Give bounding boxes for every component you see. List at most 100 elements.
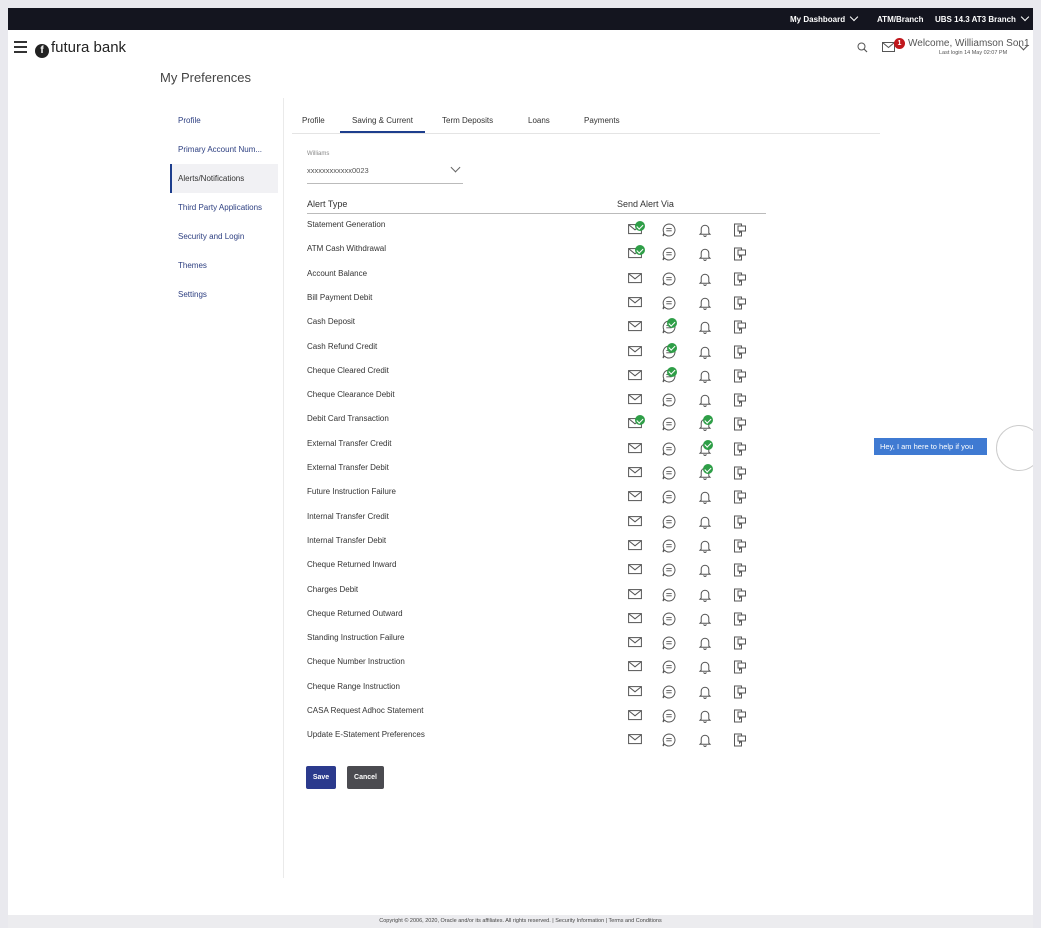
tab-profile[interactable]: Profile	[302, 116, 325, 125]
email-channel-toggle[interactable]	[628, 733, 646, 749]
sms-channel-toggle[interactable]	[662, 660, 680, 676]
tab-term-deposits[interactable]: Term Deposits	[442, 116, 493, 125]
email-channel-toggle[interactable]	[628, 685, 646, 701]
tab-payments[interactable]: Payments	[584, 116, 620, 125]
sms-channel-toggle[interactable]	[662, 685, 680, 701]
email-channel-toggle[interactable]	[628, 515, 646, 531]
sidebar-item-security[interactable]: Security and Login	[170, 222, 278, 251]
chatbot-launcher[interactable]	[996, 425, 1033, 471]
sms-channel-toggle[interactable]	[662, 223, 680, 239]
push-channel-toggle[interactable]	[733, 636, 751, 652]
sms-channel-toggle[interactable]	[662, 466, 680, 482]
bell-channel-toggle[interactable]	[698, 636, 716, 652]
my-dashboard-menu[interactable]: My Dashboard	[790, 12, 859, 24]
bell-channel-toggle[interactable]	[698, 685, 716, 701]
sms-channel-toggle[interactable]	[662, 515, 680, 531]
tab-loans[interactable]: Loans	[528, 116, 550, 125]
sms-channel-toggle[interactable]	[662, 442, 680, 458]
bell-channel-toggle[interactable]	[698, 439, 716, 458]
sms-channel-toggle[interactable]	[662, 709, 680, 725]
sidebar-item-settings[interactable]: Settings	[170, 280, 278, 309]
sms-channel-toggle[interactable]	[662, 318, 680, 336]
email-channel-toggle[interactable]	[628, 539, 646, 555]
push-channel-toggle[interactable]	[733, 733, 751, 749]
email-channel-toggle[interactable]	[628, 320, 646, 336]
sms-channel-toggle[interactable]	[662, 393, 680, 409]
sms-channel-toggle[interactable]	[662, 296, 680, 312]
tab-saving-current[interactable]: Saving & Current	[340, 116, 425, 133]
sms-channel-toggle[interactable]	[662, 247, 680, 263]
sms-channel-toggle[interactable]	[662, 563, 680, 579]
welcome-text[interactable]: Welcome, Williamson Son1	[908, 38, 1030, 49]
sidebar-item-alerts[interactable]: Alerts/Notifications	[170, 164, 278, 193]
push-channel-toggle[interactable]	[733, 660, 751, 676]
email-channel-toggle[interactable]	[628, 272, 646, 288]
email-channel-toggle[interactable]	[628, 466, 646, 482]
bell-channel-toggle[interactable]	[698, 223, 716, 239]
push-channel-toggle[interactable]	[733, 345, 751, 361]
push-channel-toggle[interactable]	[733, 320, 751, 336]
email-channel-toggle[interactable]	[628, 588, 646, 604]
email-channel-toggle[interactable]	[628, 612, 646, 628]
bell-channel-toggle[interactable]	[698, 660, 716, 676]
push-channel-toggle[interactable]	[733, 369, 751, 385]
bell-channel-toggle[interactable]	[698, 393, 716, 409]
bell-channel-toggle[interactable]	[698, 612, 716, 628]
bell-channel-toggle[interactable]	[698, 563, 716, 579]
email-channel-toggle[interactable]	[628, 296, 646, 312]
bell-channel-toggle[interactable]	[698, 320, 716, 336]
email-channel-toggle[interactable]	[628, 369, 646, 385]
sms-channel-toggle[interactable]	[662, 539, 680, 555]
email-channel-toggle[interactable]	[628, 221, 646, 239]
push-channel-toggle[interactable]	[733, 539, 751, 555]
branch-menu[interactable]: UBS 14.3 AT3 Branch	[935, 12, 1030, 24]
sidebar-item-primary-account[interactable]: Primary Account Num...	[170, 135, 278, 164]
push-channel-toggle[interactable]	[733, 272, 751, 288]
push-channel-toggle[interactable]	[733, 685, 751, 701]
push-channel-toggle[interactable]	[733, 417, 751, 433]
push-channel-toggle[interactable]	[733, 588, 751, 604]
sms-channel-toggle[interactable]	[662, 417, 680, 433]
cancel-button[interactable]: Cancel	[347, 766, 384, 789]
sms-channel-toggle[interactable]	[662, 342, 680, 361]
sms-channel-toggle[interactable]	[662, 636, 680, 652]
sidebar-item-third-party[interactable]: Third Party Applications	[170, 193, 278, 222]
bell-channel-toggle[interactable]	[698, 515, 716, 531]
chatbot-message[interactable]: Hey, I am here to help if you	[874, 438, 987, 455]
push-channel-toggle[interactable]	[733, 490, 751, 506]
email-channel-toggle[interactable]	[628, 709, 646, 725]
sms-channel-toggle[interactable]	[662, 733, 680, 749]
bell-channel-toggle[interactable]	[698, 490, 716, 506]
bell-channel-toggle[interactable]	[698, 464, 716, 482]
hamburger-menu-icon[interactable]	[14, 41, 27, 53]
email-channel-toggle[interactable]	[628, 660, 646, 676]
bell-channel-toggle[interactable]	[698, 415, 716, 433]
push-channel-toggle[interactable]	[733, 515, 751, 531]
push-channel-toggle[interactable]	[733, 442, 751, 458]
sms-channel-toggle[interactable]	[662, 587, 680, 604]
email-channel-toggle[interactable]	[628, 490, 646, 506]
sms-channel-toggle[interactable]	[662, 272, 680, 288]
sidebar-item-themes[interactable]: Themes	[170, 251, 278, 280]
email-channel-toggle[interactable]	[628, 636, 646, 652]
bell-channel-toggle[interactable]	[698, 588, 716, 604]
push-channel-toggle[interactable]	[733, 563, 751, 579]
push-channel-toggle[interactable]	[733, 223, 751, 239]
email-channel-toggle[interactable]	[628, 393, 646, 409]
email-channel-toggle[interactable]	[628, 245, 646, 263]
sms-channel-toggle[interactable]	[662, 612, 680, 628]
push-channel-toggle[interactable]	[733, 466, 751, 482]
bell-channel-toggle[interactable]	[698, 247, 716, 263]
bell-channel-toggle[interactable]	[698, 733, 716, 749]
bell-channel-toggle[interactable]	[698, 709, 716, 725]
search-icon[interactable]	[857, 42, 868, 53]
bell-channel-toggle[interactable]	[698, 296, 716, 312]
save-button[interactable]: Save	[306, 766, 336, 789]
email-channel-toggle[interactable]	[628, 345, 646, 361]
email-channel-toggle[interactable]	[628, 415, 646, 433]
push-channel-toggle[interactable]	[733, 612, 751, 628]
email-channel-toggle[interactable]	[628, 563, 646, 579]
push-channel-toggle[interactable]	[733, 247, 751, 263]
push-channel-toggle[interactable]	[733, 393, 751, 409]
bell-channel-toggle[interactable]	[698, 345, 716, 361]
